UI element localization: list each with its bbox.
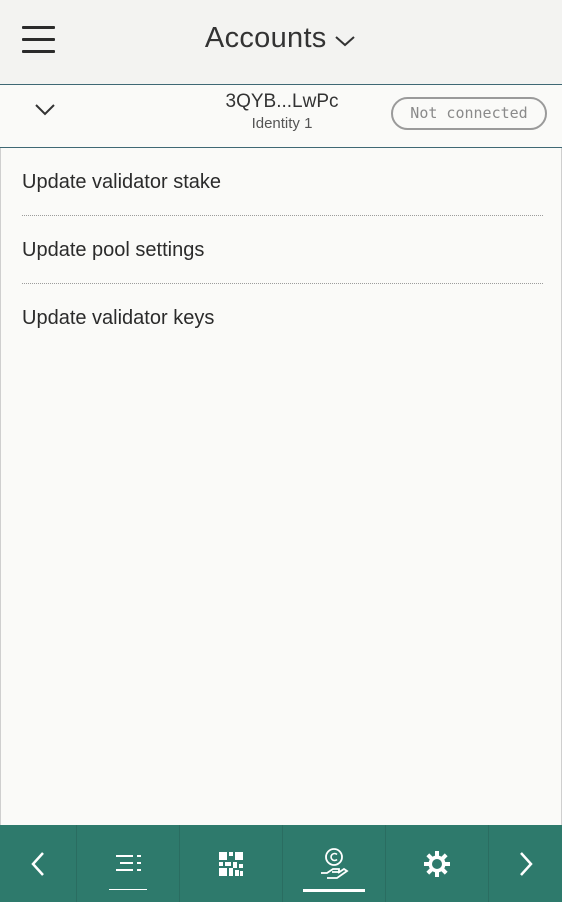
validator-menu: Update validator stake Update pool setti…	[22, 148, 543, 352]
status-badge: Not connected	[391, 97, 547, 130]
qr-code-icon	[219, 851, 243, 876]
bottom-nav	[0, 825, 562, 902]
nav-forward-button[interactable]	[489, 825, 562, 902]
page-title: Accounts	[204, 22, 327, 54]
nav-settings-button[interactable]	[386, 825, 489, 902]
account-bar: 3QYB...LwPc Identity 1 Not connected	[0, 85, 562, 148]
gear-icon	[424, 850, 450, 877]
list-icon	[116, 854, 141, 871]
accounts-dropdown[interactable]: Accounts	[0, 22, 562, 55]
chevron-left-icon	[31, 851, 44, 876]
app-header: Accounts	[0, 0, 562, 85]
chevron-right-icon	[519, 851, 533, 876]
menu-item-update-validator-keys[interactable]: Update validator keys	[22, 284, 543, 352]
chevron-down-icon	[335, 36, 355, 47]
nav-back-button[interactable]	[0, 825, 77, 902]
nav-list-button[interactable]	[77, 825, 180, 902]
menu-item-update-validator-stake[interactable]: Update validator stake	[22, 148, 543, 216]
nav-qr-button[interactable]	[180, 825, 283, 902]
nav-indicator	[109, 889, 147, 890]
hand-coin-icon	[321, 847, 349, 879]
menu-item-update-pool-settings[interactable]: Update pool settings	[22, 216, 543, 284]
nav-active-indicator	[303, 889, 365, 892]
nav-stake-button[interactable]	[283, 825, 386, 902]
